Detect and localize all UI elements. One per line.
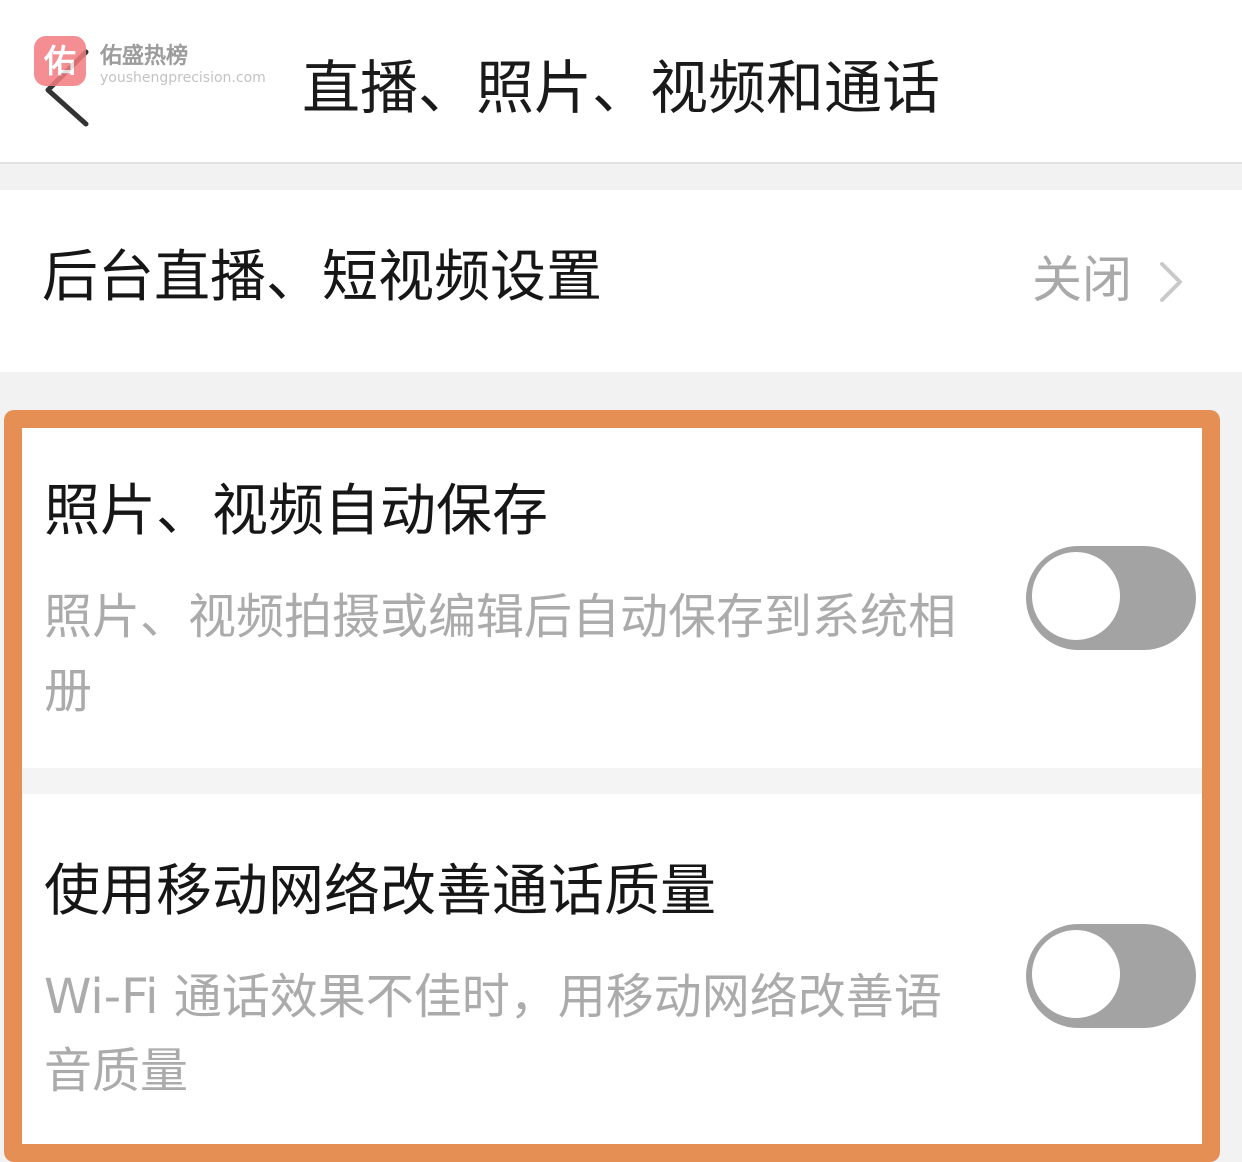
top-bar: 佑 佑盛热榜 youshengprecision.com 直播、照片、视频和通话 xyxy=(0,0,1242,164)
background-live-label: 后台直播、短视频设置 xyxy=(42,245,602,310)
auto-save-description: 照片、视频拍摄或编辑后自动保存到系统相册 xyxy=(44,589,957,719)
mobile-network-call-title: 使用移动网络改善通话质量 xyxy=(44,859,716,924)
auto-save-title: 照片、视频自动保存 xyxy=(44,479,548,544)
page-title: 直播、照片、视频和通话 xyxy=(301,54,940,122)
mobile-network-call-setting: 使用移动网络改善通话质量 Wi-Fi 通话效果不佳时，用移动网络改善语音质量 xyxy=(22,794,1202,1144)
mobile-network-call-toggle[interactable] xyxy=(1026,924,1196,1028)
toggle-knob xyxy=(1030,550,1122,642)
auto-save-setting: 照片、视频自动保存 照片、视频拍摄或编辑后自动保存到系统相册 xyxy=(22,428,1202,768)
background-live-setting-row[interactable]: 后台直播、短视频设置 关闭 xyxy=(0,190,1242,372)
mobile-network-call-description: Wi-Fi 通话效果不佳时，用移动网络改善语音质量 xyxy=(44,969,942,1099)
group-divider xyxy=(22,768,1202,794)
toggle-knob xyxy=(1030,928,1122,1020)
highlighted-settings-group: 照片、视频自动保存 照片、视频拍摄或编辑后自动保存到系统相册 使用移动网络改善通… xyxy=(4,410,1220,1162)
chevron-right-icon xyxy=(1160,262,1182,302)
background-live-value: 关闭 xyxy=(1032,251,1132,309)
auto-save-toggle[interactable] xyxy=(1026,546,1196,650)
